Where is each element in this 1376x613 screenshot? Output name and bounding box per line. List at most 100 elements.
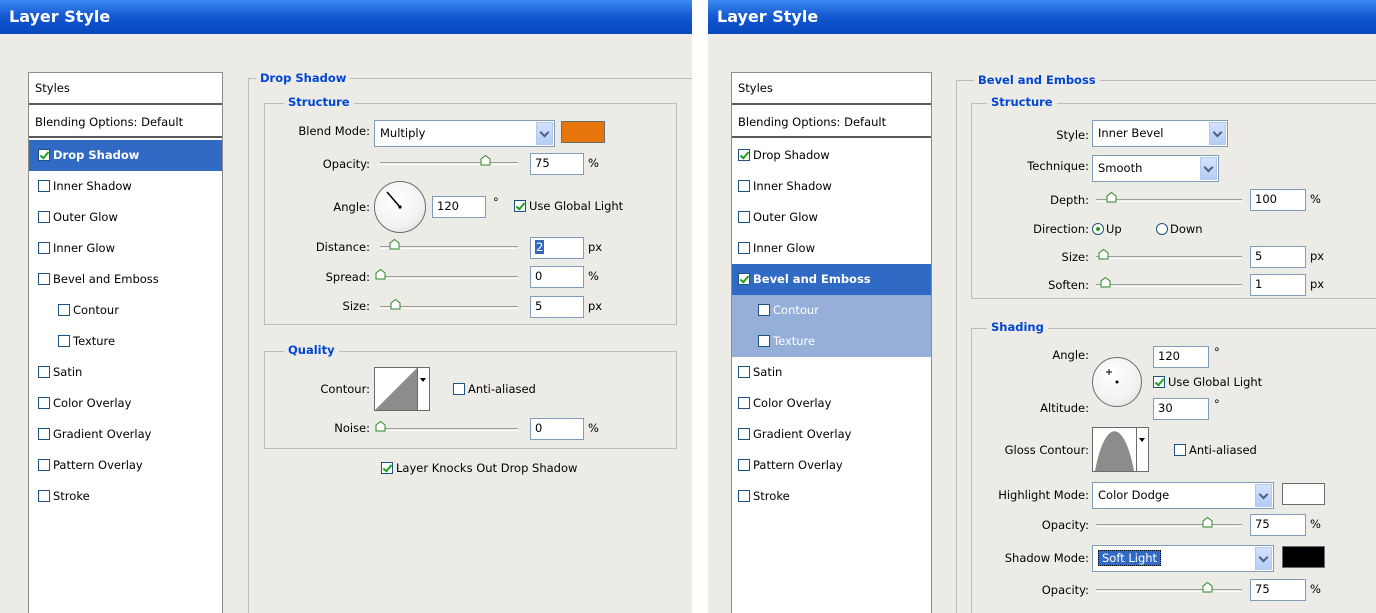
checkbox[interactable]	[514, 200, 526, 212]
checkbox[interactable]	[38, 459, 50, 471]
style-item-outer-glow[interactable]: Outer Glow	[29, 202, 222, 233]
checkbox[interactable]	[758, 304, 770, 316]
checkbox[interactable]	[38, 428, 50, 440]
style-item-stroke[interactable]: Stroke	[29, 481, 222, 512]
soften-input[interactable]: 1	[1250, 274, 1306, 296]
checkbox[interactable]	[58, 304, 70, 316]
highlight-mode-select[interactable]: Color Dodge	[1092, 482, 1274, 509]
style-item-contour[interactable]: Contour	[29, 295, 222, 326]
contour-dropdown-icon[interactable]	[418, 367, 430, 411]
checkbox[interactable]	[738, 397, 750, 409]
chevron-down-icon[interactable]	[1209, 122, 1226, 145]
noise-slider-track[interactable]	[376, 428, 518, 431]
checkbox[interactable]	[738, 428, 750, 440]
opacity-slider-track[interactable]	[380, 162, 518, 165]
shadow-opacity-slider-thumb[interactable]	[1202, 582, 1213, 593]
checkbox[interactable]	[738, 490, 750, 502]
style-item-gradient-overlay[interactable]: Gradient Overlay	[732, 419, 931, 450]
soften-slider-thumb[interactable]	[1100, 277, 1111, 288]
direction-up-radio[interactable]: Up	[1092, 222, 1122, 236]
anti-aliased[interactable]: Anti-aliased	[453, 382, 536, 396]
noise-input[interactable]: 0	[530, 418, 584, 440]
checkbox[interactable]	[738, 211, 750, 223]
style-item-color-overlay[interactable]: Color Overlay	[29, 388, 222, 419]
blend-mode-select[interactable]: Multiply	[374, 120, 555, 147]
gloss-contour-dropdown-icon[interactable]	[1137, 427, 1149, 472]
blending-options-item[interactable]: Blending Options: Default	[732, 107, 931, 138]
anti-aliased[interactable]: Anti-aliased	[1174, 443, 1257, 457]
title-bar[interactable]: Layer Style	[708, 0, 1376, 34]
style-item-inner-shadow[interactable]: Inner Shadow	[732, 171, 931, 202]
use-global-light[interactable]: Use Global Light	[1153, 375, 1262, 389]
blending-options-item[interactable]: Blending Options: Default	[29, 107, 222, 138]
depth-slider-thumb[interactable]	[1106, 192, 1117, 203]
angle-altitude-dial[interactable]	[1092, 357, 1142, 407]
checkbox[interactable]	[738, 459, 750, 471]
spread-input[interactable]: 0	[530, 266, 584, 288]
style-item-inner-glow[interactable]: Inner Glow	[732, 233, 931, 264]
chevron-down-icon[interactable]	[1255, 547, 1272, 570]
style-item-satin[interactable]: Satin	[29, 357, 222, 388]
checkbox[interactable]	[38, 366, 50, 378]
styles-header[interactable]: Styles	[29, 73, 222, 105]
checkbox[interactable]	[38, 211, 50, 223]
size-input[interactable]: 5	[530, 296, 584, 318]
checkbox[interactable]	[38, 180, 50, 192]
style-item-bevel-emboss[interactable]: Bevel and Emboss	[29, 264, 222, 295]
noise-slider-thumb[interactable]	[375, 421, 386, 432]
shadow-color-swatch[interactable]	[1282, 546, 1325, 568]
shadow-color-swatch[interactable]	[561, 121, 605, 143]
technique-select[interactable]: Smooth	[1092, 155, 1219, 182]
size-slider-track[interactable]	[1096, 256, 1242, 259]
checkbox[interactable]	[738, 149, 750, 161]
contour-preview[interactable]	[374, 367, 418, 411]
spread-slider-thumb[interactable]	[375, 269, 386, 280]
style-item-bevel-emboss[interactable]: Bevel and Emboss	[732, 264, 931, 295]
distance-input[interactable]: 2	[530, 237, 584, 259]
angle-input[interactable]: 120	[432, 196, 486, 218]
shadow-opacity-input[interactable]: 75	[1250, 579, 1306, 601]
direction-down-radio[interactable]: Down	[1156, 222, 1203, 236]
size-slider-thumb[interactable]	[390, 299, 401, 310]
highlight-opacity-slider-thumb[interactable]	[1202, 517, 1213, 528]
styles-header[interactable]: Styles	[732, 73, 931, 105]
checkbox[interactable]	[38, 397, 50, 409]
style-item-pattern-overlay[interactable]: Pattern Overlay	[732, 450, 931, 481]
opacity-input[interactable]: 75	[530, 153, 584, 175]
use-global-light[interactable]: Use Global Light	[514, 199, 623, 213]
style-item-gradient-overlay[interactable]: Gradient Overlay	[29, 419, 222, 450]
style-item-satin[interactable]: Satin	[732, 357, 931, 388]
opacity-slider-thumb[interactable]	[480, 155, 491, 166]
angle-input[interactable]: 120	[1153, 346, 1209, 368]
checkbox[interactable]	[38, 242, 50, 254]
checkbox[interactable]	[738, 180, 750, 192]
shadow-opacity-slider-track[interactable]	[1096, 589, 1242, 592]
checkbox[interactable]	[38, 149, 50, 161]
style-item-inner-shadow[interactable]: Inner Shadow	[29, 171, 222, 202]
highlight-color-swatch[interactable]	[1282, 483, 1325, 505]
checkbox[interactable]	[58, 335, 70, 347]
checkbox[interactable]	[758, 335, 770, 347]
layer-knocks-out[interactable]: Layer Knocks Out Drop Shadow	[381, 461, 577, 475]
checkbox[interactable]	[38, 490, 50, 502]
style-item-stroke[interactable]: Stroke	[732, 481, 931, 512]
size-slider-thumb[interactable]	[1098, 249, 1109, 260]
radio[interactable]	[1092, 223, 1104, 235]
style-item-inner-glow[interactable]: Inner Glow	[29, 233, 222, 264]
checkbox[interactable]	[1174, 444, 1186, 456]
style-item-texture[interactable]: Texture	[29, 326, 222, 357]
style-item-contour[interactable]: Contour	[732, 295, 931, 326]
highlight-opacity-input[interactable]: 75	[1250, 514, 1306, 536]
angle-dial[interactable]	[374, 181, 426, 233]
style-item-pattern-overlay[interactable]: Pattern Overlay	[29, 450, 222, 481]
style-item-color-overlay[interactable]: Color Overlay	[732, 388, 931, 419]
radio[interactable]	[1156, 223, 1168, 235]
spread-slider-track[interactable]	[376, 276, 518, 279]
distance-slider-track[interactable]	[380, 246, 518, 249]
style-select[interactable]: Inner Bevel	[1092, 120, 1228, 147]
depth-slider-track[interactable]	[1096, 199, 1242, 202]
style-item-outer-glow[interactable]: Outer Glow	[732, 202, 931, 233]
distance-slider-thumb[interactable]	[389, 239, 400, 250]
depth-input[interactable]: 100	[1250, 189, 1306, 211]
checkbox[interactable]	[38, 273, 50, 285]
